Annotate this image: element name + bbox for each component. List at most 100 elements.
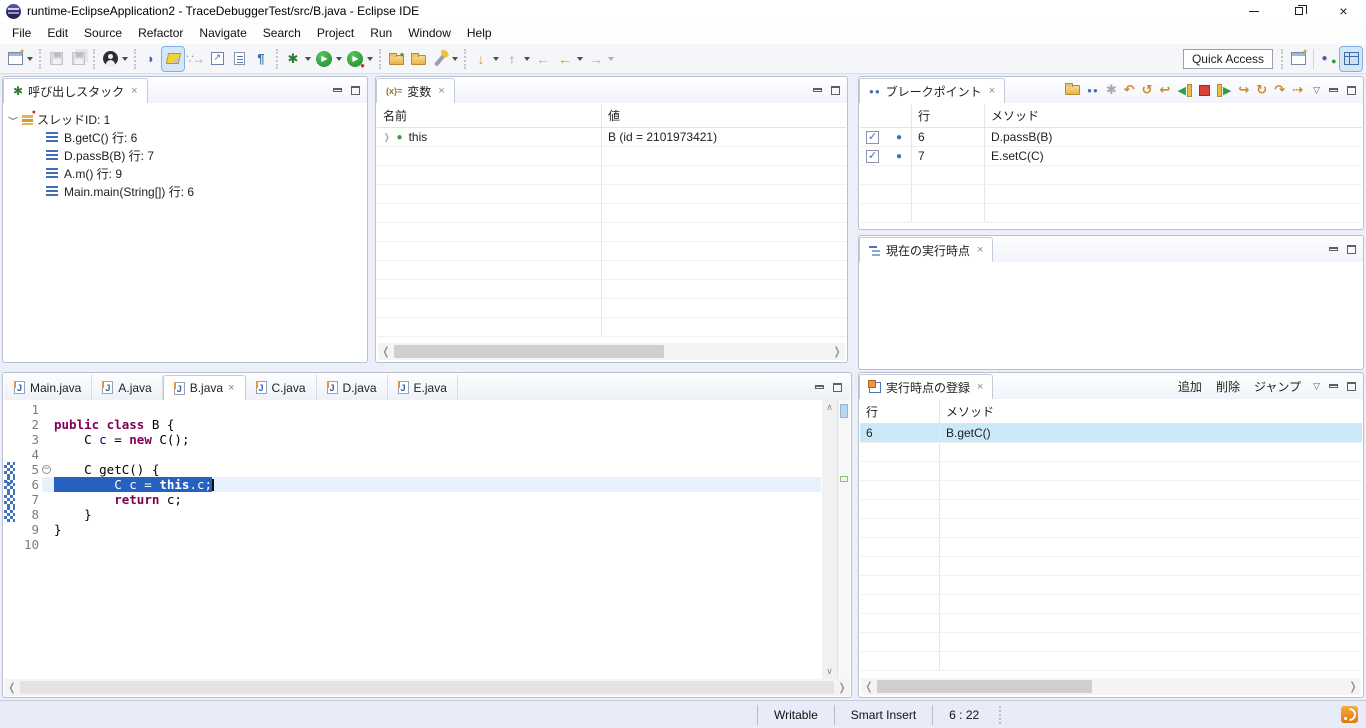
minimize-view-button[interactable] bbox=[333, 88, 342, 92]
menu-help[interactable]: Help bbox=[459, 23, 500, 43]
menu-edit[interactable]: Edit bbox=[39, 23, 76, 43]
forward-button[interactable]: → bbox=[585, 47, 607, 71]
coverage-dropdown[interactable] bbox=[367, 57, 373, 64]
column-header-method[interactable]: メソッド bbox=[985, 104, 1362, 127]
tab-close-icon[interactable]: × bbox=[228, 382, 234, 394]
checkbox-checked-icon[interactable]: ✓ bbox=[866, 150, 879, 163]
editor-hscrollbar[interactable]: ❬ ❭ bbox=[4, 679, 850, 696]
variables-tab[interactable]: (x)= 変数 × bbox=[376, 78, 455, 103]
code-line-7[interactable]: 7 return c; bbox=[4, 492, 821, 507]
scroll-up-icon[interactable]: ∧ bbox=[822, 402, 837, 413]
scrollbar-thumb[interactable] bbox=[394, 345, 664, 358]
maximize-view-button[interactable] bbox=[1347, 382, 1356, 391]
new-wizard-button[interactable] bbox=[4, 47, 26, 71]
fold-collapse-icon[interactable]: − bbox=[42, 465, 51, 474]
view-close-icon[interactable]: × bbox=[989, 85, 995, 97]
open-folder-button[interactable] bbox=[407, 47, 429, 71]
exec-points-tab[interactable]: 実行時点の登録 × bbox=[859, 374, 993, 399]
stack-frame[interactable]: A.m() 行: 9 bbox=[8, 164, 362, 182]
view-menu-icon[interactable]: ▽ bbox=[1313, 381, 1320, 392]
breakpoints-tab[interactable]: ●● ブレークポイント × bbox=[859, 78, 1005, 103]
editor-tab-E.java[interactable]: JE.java bbox=[388, 375, 458, 400]
editor-tab-Main.java[interactable]: JMain.java bbox=[4, 375, 92, 400]
window-minimize-button[interactable] bbox=[1231, 0, 1276, 22]
chevron-collapsed-icon[interactable]: ❭ bbox=[383, 132, 391, 143]
new-wizard-dropdown[interactable] bbox=[27, 57, 33, 64]
show-whitespace-toggle[interactable]: ¶ bbox=[250, 47, 272, 71]
scroll-right-icon[interactable]: ❭ bbox=[1345, 680, 1361, 693]
debug-disabled-icon[interactable]: ✱ bbox=[1106, 82, 1117, 98]
minimize-view-button[interactable] bbox=[815, 385, 824, 389]
breakpoint-row[interactable]: ✓●6D.passB(B) bbox=[860, 128, 1362, 147]
step-into-icon[interactable]: ↪ bbox=[1238, 82, 1249, 98]
menu-window[interactable]: Window bbox=[400, 23, 459, 43]
stack-frame[interactable]: Main.main(String[]) 行: 6 bbox=[8, 182, 362, 200]
window-restore-button[interactable] bbox=[1276, 0, 1321, 22]
back-dropdown[interactable] bbox=[577, 57, 583, 64]
code-line-2[interactable]: 2public class B { bbox=[4, 417, 821, 432]
scroll-left-icon[interactable]: ❬ bbox=[378, 345, 394, 358]
code-line-8[interactable]: 8 } bbox=[4, 507, 821, 522]
call-stack-tab[interactable]: ✱ 呼び出しスタック × bbox=[3, 78, 148, 103]
external-tools-dropdown[interactable] bbox=[452, 57, 458, 64]
scroll-left-icon[interactable]: ❬ bbox=[861, 680, 877, 693]
minimize-view-button[interactable] bbox=[1329, 384, 1338, 388]
step-back-return-icon[interactable]: ↶ bbox=[1124, 82, 1135, 98]
forward-dropdown[interactable] bbox=[608, 57, 614, 64]
mark-occurrences-toggle[interactable] bbox=[162, 47, 184, 71]
scrollbar-thumb[interactable] bbox=[877, 680, 1092, 693]
menu-refactor[interactable]: Refactor bbox=[130, 23, 191, 43]
code-line-4[interactable]: 4 bbox=[4, 447, 821, 462]
column-header-line[interactable]: 行 bbox=[912, 104, 985, 127]
import-button[interactable] bbox=[385, 47, 407, 71]
viewport-marker[interactable] bbox=[840, 404, 848, 418]
exec-point-row[interactable]: 6B.getC() bbox=[860, 424, 1362, 443]
stack-frame[interactable]: B.getC() 行: 6 bbox=[8, 128, 362, 146]
debug-button[interactable]: ✱ bbox=[282, 47, 304, 71]
previous-annotation-button[interactable]: ↑ bbox=[501, 47, 523, 71]
open-type-button[interactable] bbox=[206, 47, 228, 71]
code-line-5[interactable]: 5− C getC() { bbox=[4, 462, 821, 477]
editor-tab-D.java[interactable]: JD.java bbox=[317, 375, 388, 400]
scroll-left-icon[interactable]: ❬ bbox=[4, 681, 20, 694]
code-line-6[interactable]: ▶6 C c = this.c; bbox=[4, 477, 821, 492]
scroll-right-icon[interactable]: ❭ bbox=[834, 681, 850, 694]
column-header-name[interactable]: 名前 bbox=[377, 104, 602, 127]
java-perspective-button[interactable] bbox=[1318, 47, 1340, 71]
save-button[interactable] bbox=[45, 47, 67, 71]
step-back-over-icon[interactable]: ↺ bbox=[1142, 82, 1153, 98]
minimize-view-button[interactable] bbox=[1329, 247, 1338, 251]
current-point-tab[interactable]: 現在の実行時点 × bbox=[859, 237, 993, 262]
editor-tab-C.java[interactable]: JC.java bbox=[246, 375, 317, 400]
account-button[interactable] bbox=[99, 47, 121, 71]
code-line-1[interactable]: 1 bbox=[4, 402, 821, 417]
open-perspective-button[interactable] bbox=[1287, 47, 1309, 71]
variable-row[interactable]: ❭●thisB (id = 2101973421) bbox=[377, 128, 846, 147]
breakpoint-row[interactable]: ✓●7E.setC(C) bbox=[860, 147, 1362, 166]
menu-search[interactable]: Search bbox=[255, 23, 309, 43]
open-trace-icon[interactable] bbox=[1065, 85, 1080, 95]
column-header-line[interactable]: 行 bbox=[860, 400, 940, 423]
add-button[interactable]: 追加 bbox=[1178, 378, 1202, 395]
breakpoint-kinds-icon[interactable]: ●● bbox=[1087, 86, 1099, 95]
step-over-icon[interactable]: ↻ bbox=[1256, 82, 1267, 98]
code-line-10[interactable]: 10 bbox=[4, 537, 821, 552]
debug-dropdown[interactable] bbox=[305, 57, 311, 64]
maximize-view-button[interactable] bbox=[831, 86, 840, 95]
view-menu-icon[interactable]: ▽ bbox=[1313, 85, 1320, 96]
menu-navigate[interactable]: Navigate bbox=[191, 23, 254, 43]
scroll-right-icon[interactable]: ❭ bbox=[829, 345, 845, 358]
terminate-icon[interactable] bbox=[1199, 85, 1210, 96]
run-to-line-icon[interactable]: ⇢ bbox=[1292, 82, 1303, 98]
external-tools-button[interactable] bbox=[429, 47, 451, 71]
checkbox-checked-icon[interactable]: ✓ bbox=[866, 131, 879, 144]
maximize-view-button[interactable] bbox=[833, 383, 842, 392]
variables-hscrollbar[interactable]: ❬ ❭ bbox=[378, 343, 845, 360]
view-close-icon[interactable]: × bbox=[438, 85, 444, 97]
view-close-icon[interactable]: × bbox=[131, 85, 137, 97]
exec-points-hscrollbar[interactable]: ❬ ❭ bbox=[861, 678, 1361, 695]
view-close-icon[interactable]: × bbox=[977, 381, 983, 393]
step-return-icon[interactable]: ↷ bbox=[1274, 82, 1285, 98]
save-all-button[interactable] bbox=[67, 47, 89, 71]
editor-vscrollbar[interactable]: ∧ ∨ bbox=[822, 400, 837, 679]
